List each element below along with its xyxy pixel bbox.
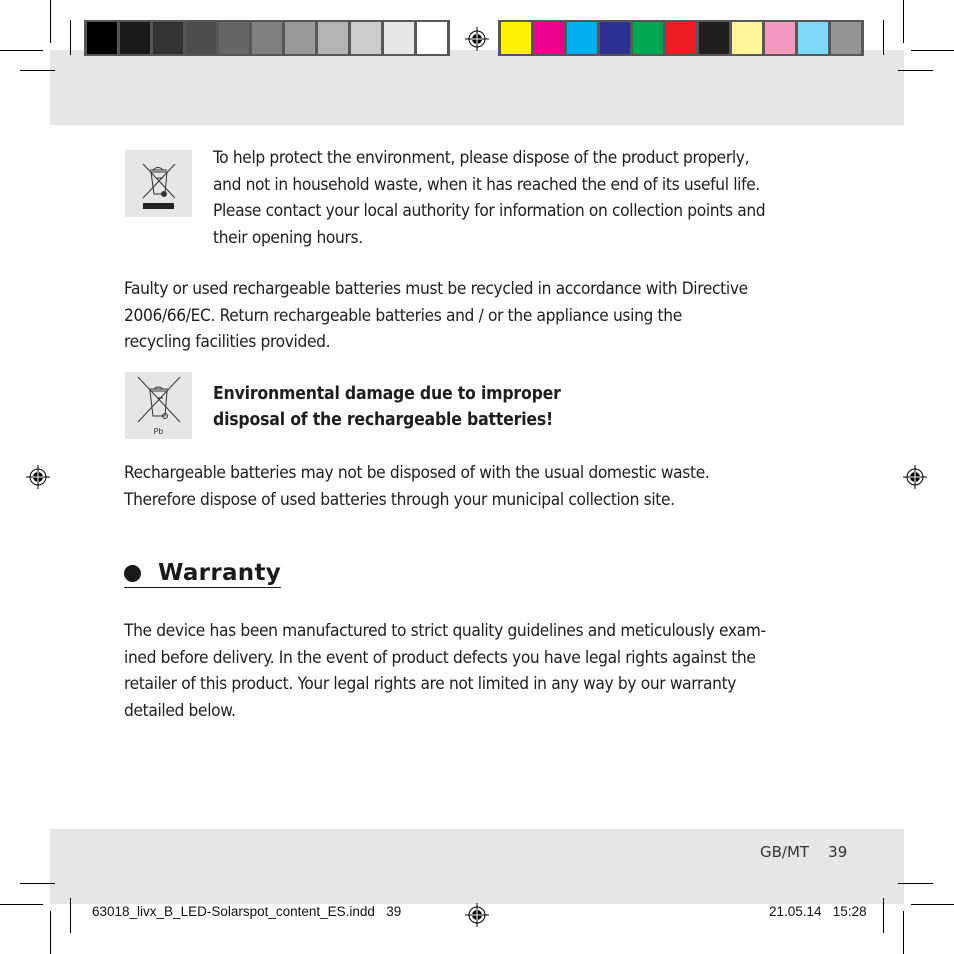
color-swatch xyxy=(798,22,828,54)
registration-mark-icon xyxy=(26,465,50,489)
weee-notice: To help protect the environment, please … xyxy=(213,145,833,251)
crop-mark xyxy=(70,20,71,55)
warranty-paragraph: The device has been manufactured to stri… xyxy=(124,618,834,724)
battery-line: recycling facilities provided. xyxy=(124,332,331,352)
color-swatch xyxy=(534,22,564,54)
crop-mark xyxy=(898,70,933,71)
warranty-line: retailer of this product. Your legal rig… xyxy=(124,674,737,694)
registration-mark-icon xyxy=(465,27,489,51)
battery-bin-icon-box: Pb xyxy=(125,372,192,439)
slug-filename: 63018_livx_B_LED-Solarspot_content_ES.in… xyxy=(92,904,402,919)
crossed-out-bin-icon xyxy=(142,163,176,209)
crop-mark xyxy=(883,20,884,55)
crop-mark xyxy=(883,898,884,933)
color-swatch xyxy=(666,22,696,54)
color-swatch xyxy=(318,22,348,54)
warranty-heading-text: Warranty xyxy=(158,560,282,586)
battery-line: 2006/66/EC. Return rechargeable batterie… xyxy=(124,305,682,326)
color-swatch xyxy=(501,22,531,54)
color-swatch xyxy=(732,22,762,54)
header-band xyxy=(50,50,904,125)
color-swatch xyxy=(351,22,381,54)
weee-line: Please contact your local authority for … xyxy=(213,201,766,221)
crop-mark xyxy=(50,0,51,43)
warning-line: disposal of the rechargeable batteries! xyxy=(213,410,554,430)
weee-line: To help protect the environment, please … xyxy=(213,148,750,168)
warning-line: Environmental damage due to improper xyxy=(213,384,561,404)
disposal-line: Rechargeable batteries may not be dispos… xyxy=(124,463,710,483)
disposal-paragraph: Rechargeable batteries may not be dispos… xyxy=(124,460,824,513)
registration-mark-icon xyxy=(903,465,927,489)
battery-icon-label: Pb xyxy=(154,427,164,436)
slug-date: 21.05.14 15:28 xyxy=(769,904,867,919)
process-color-bar xyxy=(498,20,864,56)
color-swatch xyxy=(219,22,249,54)
weee-line: and not in household waste, when it has … xyxy=(213,174,760,195)
crop-mark xyxy=(898,883,933,884)
disposal-line: Therefore dispose of used batteries thro… xyxy=(124,489,675,510)
page-number: GB/MT 39 xyxy=(760,843,848,861)
battery-recycling-paragraph: Faulty or used rechargeable batteries mu… xyxy=(124,276,824,356)
color-swatch xyxy=(186,22,216,54)
crop-mark xyxy=(50,911,51,954)
color-swatch xyxy=(600,22,630,54)
crop-mark xyxy=(903,911,904,954)
crop-mark xyxy=(911,904,954,905)
footer-band xyxy=(50,829,904,904)
color-swatch xyxy=(153,22,183,54)
color-swatch xyxy=(87,22,117,54)
warranty-line: ined before delivery. In the event of pr… xyxy=(124,647,756,668)
crop-mark xyxy=(0,904,43,905)
crop-mark xyxy=(20,883,55,884)
color-swatch xyxy=(384,22,414,54)
battery-line: Faulty or used rechargeable batteries mu… xyxy=(124,279,748,299)
color-swatch xyxy=(120,22,150,54)
registration-mark-icon xyxy=(465,903,489,927)
color-swatch xyxy=(567,22,597,54)
warranty-line: The device has been manufactured to stri… xyxy=(124,621,766,641)
crop-mark xyxy=(20,70,55,71)
crop-mark xyxy=(70,898,71,933)
color-swatch xyxy=(417,22,447,54)
crop-mark xyxy=(911,50,954,51)
color-swatch xyxy=(285,22,315,54)
color-swatch xyxy=(765,22,795,54)
color-swatch xyxy=(633,22,663,54)
crop-mark xyxy=(0,50,43,51)
bullet-icon xyxy=(124,564,141,582)
warranty-line: detailed below. xyxy=(124,700,236,721)
color-swatch xyxy=(831,22,861,54)
battery-warning: Environmental damage due to improper dis… xyxy=(213,381,833,433)
crossed-out-battery-bin-icon: Pb xyxy=(137,376,181,436)
color-swatch xyxy=(699,22,729,54)
gray-color-bar xyxy=(84,20,450,56)
weee-bin-icon-box xyxy=(125,150,192,217)
crop-mark xyxy=(903,0,904,43)
warranty-section-heading: Warranty xyxy=(124,560,282,588)
color-swatch xyxy=(252,22,282,54)
weee-line: their opening hours. xyxy=(213,227,363,248)
